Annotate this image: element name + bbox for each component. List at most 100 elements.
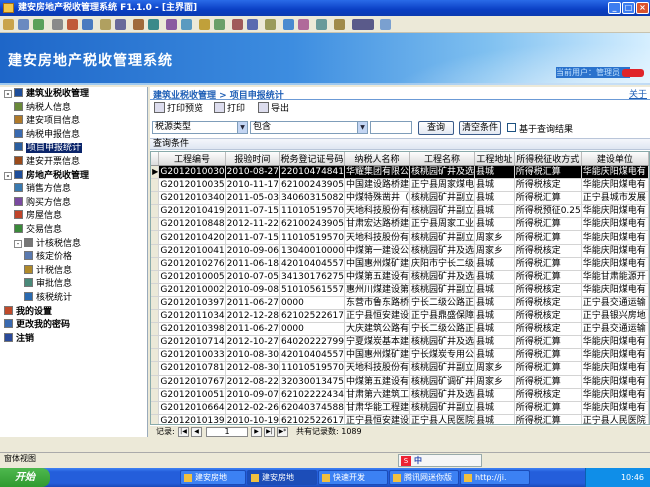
row-selector[interactable]	[151, 348, 160, 363]
table-cell[interactable]: 核桃园矿井及选	[409, 270, 476, 284]
toolbar-dropdown-icon[interactable]	[352, 19, 374, 30]
table-cell[interactable]: 县城	[474, 414, 515, 424]
table-cell[interactable]: 华能庆阳煤电有	[581, 283, 649, 297]
table-cell[interactable]: 华能庆阳煤电有	[581, 204, 649, 219]
new-record-button[interactable]: ▶*	[277, 427, 288, 437]
row-selector[interactable]	[151, 191, 160, 206]
table-cell[interactable]: 正宁县交通运输	[581, 296, 649, 311]
field-select[interactable]: 税源类型 ▼	[152, 121, 248, 134]
table-row[interactable]: G2012010781 2012-08-30 11010519570 天地科技股份有核…	[151, 361, 649, 376]
row-selector[interactable]	[151, 335, 160, 350]
table-cell[interactable]: 中国惠州煤矿建	[344, 257, 411, 271]
task-button-3[interactable]: 快速开发	[318, 470, 388, 485]
table-cell[interactable]: 天地科技股份有	[344, 361, 411, 376]
table-cell[interactable]: 2011-05-03	[225, 191, 280, 206]
column-header[interactable]: 税务登记证号码	[279, 152, 345, 166]
record-number-input[interactable]: 1	[206, 427, 248, 437]
toolbar-icon-3[interactable]	[33, 19, 44, 30]
table-cell[interactable]: 62102522617	[279, 414, 345, 424]
row-selector[interactable]	[151, 178, 160, 193]
table-cell[interactable]: 周家乡	[474, 375, 515, 389]
table-cell[interactable]: 正宁县恒安建设	[344, 414, 411, 424]
table-cell[interactable]: 华能庆阳煤电有	[581, 257, 649, 271]
table-cell[interactable]: 县城	[474, 178, 515, 193]
toolbar-icon-15[interactable]	[232, 19, 243, 30]
table-cell[interactable]: 中煤特殊凿井（	[344, 191, 411, 206]
table-cell[interactable]: 周家乡	[474, 230, 515, 245]
table-cell[interactable]: G2012010051	[158, 388, 226, 402]
table-cell[interactable]: 甘肃第六建筑工	[344, 388, 411, 402]
table-cell[interactable]: 正宁县城市发展	[581, 191, 649, 206]
sidebar-item-3[interactable]: 纳税申报信息	[14, 128, 80, 142]
table-cell[interactable]: G2012010848	[158, 217, 226, 232]
sidebar-item-5[interactable]: 建安开票信息	[14, 156, 80, 169]
table-cell[interactable]: 所得税核定	[514, 283, 582, 297]
table-row[interactable]: G2012010139 2010-10-19 62102522617 正宁县恒安建设正…	[151, 414, 649, 424]
table-cell[interactable]: 核桃园矿井及选	[409, 388, 476, 402]
table-cell[interactable]: 51010561557	[279, 283, 345, 297]
table-cell[interactable]: 天地科技股份有	[344, 230, 411, 245]
table-cell[interactable]: 中国建设路桥建	[344, 178, 411, 193]
table-cell[interactable]: 县城	[474, 309, 515, 324]
table-row[interactable]: G2012010397 2011-06-27 0000 东营市鲁东路桥 宁长二级公路正县…	[151, 296, 649, 311]
column-header[interactable]: 工程编号	[158, 152, 226, 166]
table-cell[interactable]: G2012010276	[158, 257, 226, 271]
table-cell[interactable]: 所得税汇算	[514, 165, 582, 180]
table-cell[interactable]: 62100243905	[279, 217, 345, 232]
ime-mode[interactable]: 中	[414, 455, 422, 466]
table-cell[interactable]: G2012010340	[158, 191, 226, 206]
table-cell[interactable]: 正宁县交通运输	[581, 322, 649, 337]
table-cell[interactable]: 华能庆阳煤电有	[581, 178, 649, 193]
ime-bar[interactable]: S中	[398, 454, 482, 467]
table-cell[interactable]: 2011-06-27	[225, 296, 280, 311]
sidebar-item-14[interactable]: 审批信息	[24, 278, 72, 291]
table-cell[interactable]: 2012-02-26	[225, 401, 280, 415]
table-cell[interactable]: 甘肃宏达路桥建	[344, 217, 411, 232]
sidebar-item-16[interactable]: 我的设置	[4, 305, 52, 319]
row-selector[interactable]	[151, 388, 160, 402]
export-button[interactable]: 导出	[258, 102, 289, 116]
table-cell[interactable]: 华能庆阳煤电有	[581, 375, 649, 389]
sidebar-item-12[interactable]: 核定价格	[24, 251, 72, 264]
table-cell[interactable]: G2012010714	[158, 335, 226, 350]
table-row[interactable]: G2012010398 2011-06-27 0000 大庆建筑公路有 宁长二级公路正县…	[151, 322, 649, 337]
table-cell[interactable]: 22010474841	[279, 165, 345, 180]
table-row[interactable]: G2012011034 2012-12-28 62102522617 正宁县恒安建设正…	[151, 309, 649, 324]
query-button[interactable]: 查询	[418, 121, 454, 135]
table-cell[interactable]: 天地科技股份有	[344, 204, 411, 219]
chevron-down-icon[interactable]: ▼	[357, 122, 367, 133]
table-cell[interactable]: 宁长煤炭专用公	[409, 348, 476, 363]
row-selector[interactable]	[151, 309, 160, 324]
row-selector[interactable]	[151, 283, 160, 297]
table-cell[interactable]: 所得税汇算	[514, 230, 582, 245]
clear-conditions-button[interactable]: 清空条件	[459, 121, 501, 135]
column-header[interactable]: 所得税征收方式	[514, 152, 582, 166]
table-cell[interactable]: 华能庆阳煤电有	[581, 165, 649, 180]
sidebar-item-11[interactable]: - 计核税信息	[14, 237, 81, 251]
table-cell[interactable]: 62102222434	[279, 388, 345, 402]
table-cell[interactable]: 所得税汇算	[514, 375, 582, 389]
sidebar-item-8[interactable]: 购买方信息	[14, 196, 71, 210]
table-cell[interactable]: G2012010398	[158, 322, 226, 337]
table-row[interactable]: G2012010420 2011-07-15 11010519570 天地科技股份有核…	[151, 230, 649, 245]
toolbar-icon-21[interactable]	[334, 19, 345, 30]
table-cell[interactable]: 华能庆阳煤电有	[581, 348, 649, 363]
table-cell[interactable]: G2012010002	[158, 283, 226, 297]
table-cell[interactable]: G2012010397	[158, 296, 226, 311]
table-cell[interactable]: 核桃园矿井副立	[409, 230, 476, 245]
toolbar-icon-4[interactable]	[52, 19, 63, 30]
table-cell[interactable]: 2010-11-17	[225, 178, 280, 193]
table-row[interactable]: G2012010005 2010-07-05 34130176275 中煤第五建设有核…	[151, 270, 649, 284]
table-cell[interactable]: 正宁县鼎盛保障	[409, 309, 476, 324]
table-row[interactable]: G2012010848 2012-11-22 62100243905 甘肃宏达路桥建正…	[151, 217, 649, 232]
column-header[interactable]: 建设单位	[581, 152, 649, 166]
table-cell[interactable]: 所得税汇算	[514, 335, 582, 350]
table-cell[interactable]: 庆阳市宁长二级	[409, 257, 476, 271]
table-cell[interactable]: 所得税核定	[514, 244, 582, 258]
task-button-2[interactable]: 建安房地	[247, 470, 317, 485]
close-button[interactable]: ×	[636, 2, 649, 14]
maximize-button[interactable]: □	[622, 2, 635, 14]
table-row[interactable]: G2012010051 2010-09-07 62102222434 甘肃第六建筑工核…	[151, 388, 649, 402]
table-cell[interactable]: 64020222799	[279, 335, 345, 350]
toolbar-icon-8[interactable]	[115, 19, 126, 30]
